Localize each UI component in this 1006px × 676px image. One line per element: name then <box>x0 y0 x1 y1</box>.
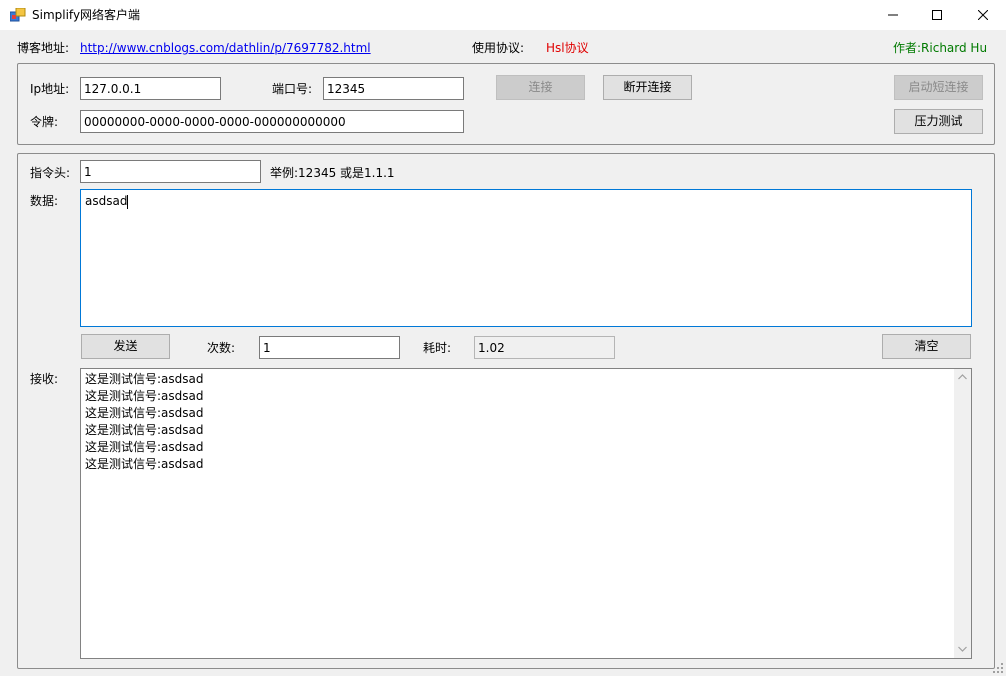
disconnect-button[interactable]: 断开连接 <box>603 75 692 100</box>
start-short-connection-button[interactable]: 启动短连接 <box>894 75 983 100</box>
minimize-icon <box>888 14 898 16</box>
port-input[interactable]: 12345 <box>323 77 464 100</box>
blog-link[interactable]: http://www.cnblogs.com/dathlin/p/7697782… <box>80 40 371 56</box>
author-label: 作者:Richard Hu <box>893 41 988 55</box>
receive-line: 这是测试信号:asdsad <box>85 440 204 454</box>
example-text: 举例:12345 或是1.1.1 <box>270 166 395 180</box>
receive-lines: 这是测试信号:asdsad 这是测试信号:asdsad 这是测试信号:asdsa… <box>81 369 971 473</box>
token-input[interactable]: 00000000-0000-0000-0000-000000000000 <box>80 110 464 133</box>
clear-button[interactable]: 清空 <box>882 334 971 359</box>
receive-line: 这是测试信号:asdsad <box>85 457 204 471</box>
close-icon <box>978 10 988 20</box>
minimize-button[interactable] <box>870 0 916 30</box>
receive-label: 接收: <box>30 372 59 386</box>
stress-test-button[interactable]: 压力测试 <box>894 109 983 134</box>
receive-line: 这是测试信号:asdsad <box>85 389 204 403</box>
token-label: 令牌: <box>30 115 59 129</box>
scroll-down-icon[interactable] <box>958 646 967 652</box>
title-bar[interactable]: Simplify网络客户端 <box>0 0 1006 30</box>
head-input[interactable]: 1 <box>80 160 261 183</box>
connect-button[interactable]: 连接 <box>496 75 585 100</box>
maximize-icon <box>932 10 942 20</box>
protocol-label: 使用协议: <box>472 41 525 55</box>
blog-label: 博客地址: <box>17 41 70 55</box>
data-label: 数据: <box>30 194 59 208</box>
elapsed-label: 耗时: <box>423 341 452 355</box>
ip-input[interactable]: 127.0.0.1 <box>80 77 221 100</box>
receive-line: 这是测试信号:asdsad <box>85 372 204 386</box>
close-button[interactable] <box>960 0 1006 30</box>
resize-grip-icon[interactable] <box>992 662 1004 674</box>
maximize-button[interactable] <box>914 0 960 30</box>
receive-line: 这是测试信号:asdsad <box>85 406 204 420</box>
app-icon <box>9 7 26 22</box>
count-input[interactable]: 1 <box>259 336 400 359</box>
receive-textarea[interactable]: 这是测试信号:asdsad 这是测试信号:asdsad 这是测试信号:asdsa… <box>80 368 972 659</box>
ip-label: Ip地址: <box>30 82 70 96</box>
data-text: asdsad <box>85 194 128 208</box>
text-caret <box>127 194 129 209</box>
scroll-up-icon[interactable] <box>958 374 967 380</box>
data-textarea[interactable]: asdsad <box>80 189 972 327</box>
window-title: Simplify网络客户端 <box>32 8 141 22</box>
head-label: 指令头: <box>30 166 71 180</box>
protocol-value: Hsl协议 <box>546 41 589 55</box>
vertical-scrollbar[interactable] <box>954 369 971 658</box>
receive-line: 这是测试信号:asdsad <box>85 423 204 437</box>
elapsed-value: 1.02 <box>474 336 615 359</box>
port-label: 端口号: <box>272 82 313 96</box>
count-label: 次数: <box>207 341 236 355</box>
send-button[interactable]: 发送 <box>81 334 170 359</box>
